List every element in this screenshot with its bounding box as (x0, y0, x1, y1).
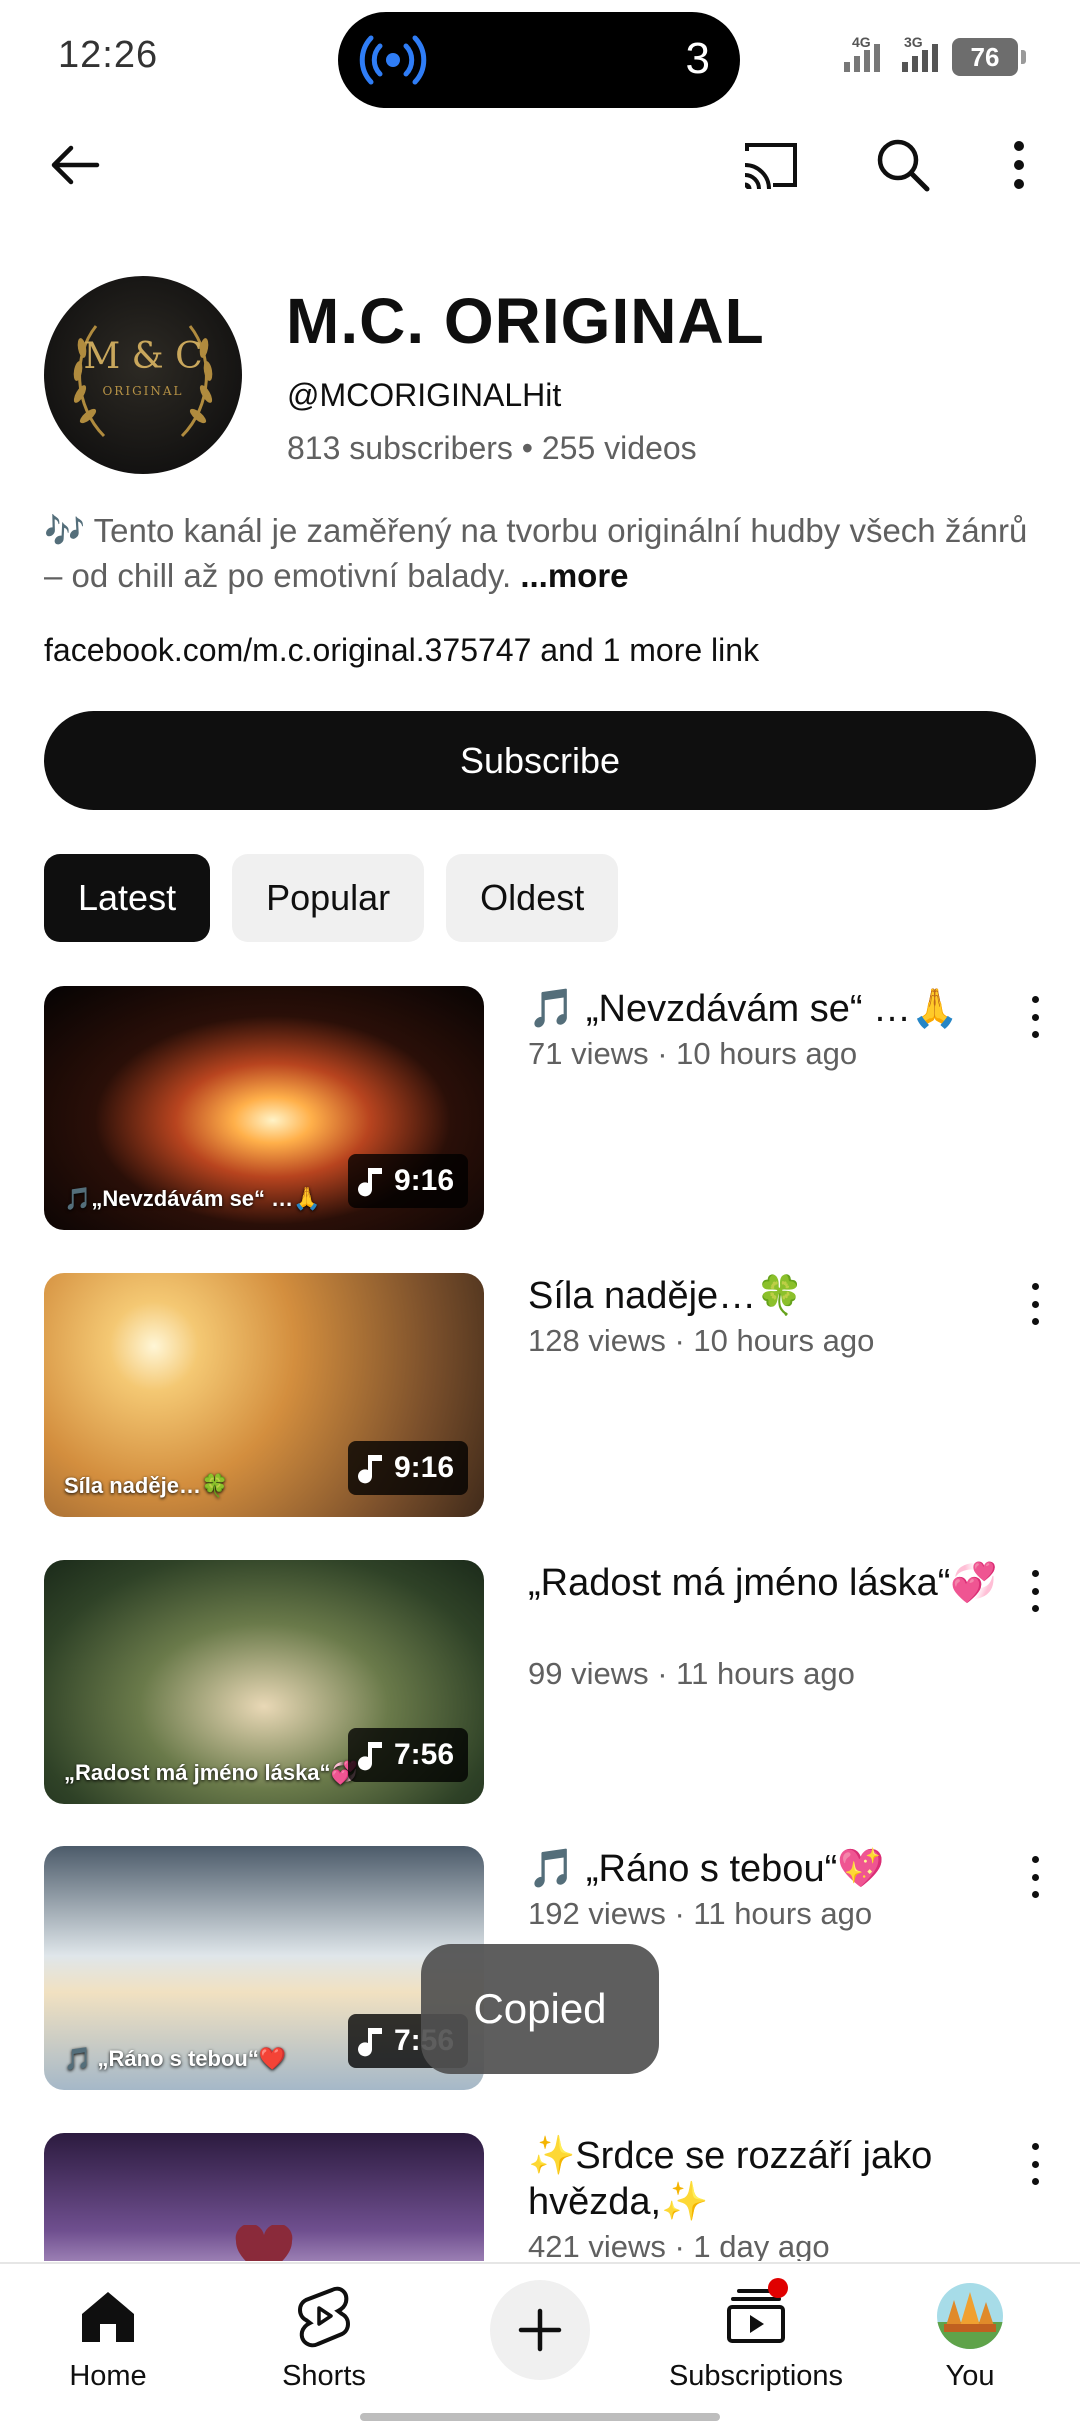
heart-icon (235, 2225, 293, 2261)
dynamic-island: 3 (338, 12, 740, 108)
thumbnail-caption: 🎵 „Ráno s tebou“❤️ (64, 2046, 287, 2071)
video-thumbnail[interactable] (44, 2133, 484, 2261)
music-note-icon (357, 1455, 382, 1484)
top-app-bar (0, 120, 1080, 210)
back-arrow-icon (51, 145, 100, 185)
search-button[interactable] (868, 130, 938, 200)
profile-avatar-icon (937, 2283, 1003, 2349)
nav-home-label: Home (69, 2360, 147, 2392)
video-meta: 99 views · 11 hours ago (528, 1656, 855, 1691)
thumbnail-caption: 🎵„Nevzdávám se“ …🙏 (64, 1186, 321, 1211)
channel-handle: @MCORIGINALHit (287, 377, 562, 413)
music-note-icon (357, 1168, 382, 1197)
video-title[interactable]: 🎵 „Ráno s tebou“💖 (528, 1846, 998, 1892)
video-thumbnail[interactable]: „Radost má jméno láska“💞 7:56 (44, 1560, 484, 1804)
video-meta: 128 views · 10 hours ago (528, 1323, 875, 1358)
video-title[interactable]: ✨Srdce se rozzáří jako hvězda,✨ (528, 2133, 998, 2225)
home-indicator[interactable] (360, 2413, 720, 2421)
sort-chips: Latest Popular Oldest (44, 854, 619, 942)
video-item[interactable]: „Radost má jméno láska“💞 7:56 „Radost má… (0, 1560, 1080, 1804)
search-icon (877, 139, 930, 192)
nav-shorts[interactable]: Shorts (234, 2278, 414, 2393)
notification-dot (768, 2278, 788, 2298)
subscribe-button[interactable]: Subscribe (44, 711, 1036, 810)
video-menu-button[interactable] (1020, 1279, 1050, 1329)
video-item[interactable]: 🎵„Nevzdávám se“ …🙏 9:16 🎵 „Nevzdávám se“… (0, 986, 1080, 1230)
broadcast-icon (358, 32, 428, 93)
shorts-icon (298, 2286, 350, 2348)
channel-description[interactable]: 🎶 Tento kanál je zaměřený na tvorbu orig… (44, 508, 1044, 598)
thumbnail-caption: „Radost má jméno láska“💞 (64, 1760, 358, 1785)
video-title[interactable]: „Radost má jméno láska“💞 (528, 1560, 998, 1606)
channel-avatar[interactable]: M & C ORIGINAL (44, 276, 242, 474)
avatar-logo-text: M & C (83, 336, 203, 377)
channel-links[interactable]: facebook.com/m.c.original.375747 and 1 m… (44, 632, 759, 669)
status-time: 12:26 (58, 34, 159, 76)
description-more-link[interactable]: ...more (520, 557, 628, 594)
home-icon (82, 2292, 134, 2342)
duration-text: 9:16 (393, 1451, 454, 1484)
status-bar: 12:26 3 4G 3G 76 (0, 0, 1080, 115)
video-item[interactable]: Síla naděje…🍀 9:16 Síla naděje…🍀 128 vie… (0, 1273, 1080, 1517)
more-vert-icon (1014, 141, 1024, 189)
video-menu-button[interactable] (1020, 992, 1050, 1042)
thumbnail-caption: Síla naděje…🍀 (64, 1473, 229, 1498)
chip-oldest[interactable]: Oldest (446, 854, 619, 942)
avatar-logo-subtext: ORIGINAL (102, 384, 184, 398)
video-meta: 71 views · 10 hours ago (528, 1036, 858, 1071)
cast-button[interactable] (736, 130, 806, 200)
nav-home[interactable]: Home (18, 2278, 198, 2393)
chip-popular[interactable]: Popular (232, 854, 425, 942)
cast-icon (744, 143, 797, 190)
video-item[interactable]: ✨Srdce se rozzáří jako hvězda,✨ 421 view… (0, 2133, 1080, 2261)
nav-you[interactable]: You (880, 2278, 1060, 2393)
video-thumbnail[interactable]: Síla naděje…🍀 9:16 (44, 1273, 484, 1517)
nav-subscriptions[interactable]: Subscriptions (666, 2278, 846, 2393)
signal-3g-label: 3G (904, 34, 923, 50)
video-meta: 421 views · 1 day ago (528, 2229, 830, 2261)
island-count: 3 (685, 34, 710, 83)
chip-latest[interactable]: Latest (44, 854, 211, 942)
nav-you-label: You (945, 2360, 995, 2392)
bottom-navigation: Home Shorts Subscriptions You (0, 2262, 1080, 2436)
nav-subscriptions-label: Subscriptions (668, 2360, 844, 2392)
video-title[interactable]: Síla naděje…🍀 (528, 1273, 998, 1319)
create-button[interactable] (490, 2280, 590, 2380)
duration-badge: 9:16 (347, 1441, 468, 1495)
channel-name: M.C. ORIGINAL (286, 285, 765, 357)
music-note-icon (357, 1742, 382, 1771)
back-button[interactable] (40, 130, 110, 200)
signal-3g-icon: 3G (900, 34, 948, 79)
video-thumbnail[interactable]: 🎵 „Ráno s tebou“❤️ 7:56 (44, 1846, 484, 2090)
signal-4g-label: 4G (852, 34, 871, 50)
video-title[interactable]: 🎵 „Nevzdávám se“ …🙏 (528, 986, 998, 1032)
video-thumbnail[interactable]: 🎵„Nevzdávám se“ …🙏 9:16 (44, 986, 484, 1230)
duration-text: 9:16 (393, 1164, 454, 1197)
video-menu-button[interactable] (1020, 1852, 1050, 1902)
copied-toast: Copied (421, 1944, 659, 2074)
music-note-icon (357, 2028, 382, 2057)
more-options-button[interactable] (984, 130, 1054, 200)
video-menu-button[interactable] (1020, 1566, 1050, 1616)
duration-text: 7:56 (393, 1738, 454, 1771)
nav-shorts-label: Shorts (282, 2360, 366, 2392)
signal-4g-icon: 4G (842, 34, 890, 79)
plus-icon (518, 2308, 562, 2352)
video-menu-button[interactable] (1020, 2139, 1050, 2189)
channel-stats: 813 subscribers • 255 videos (287, 430, 697, 466)
duration-badge: 9:16 (347, 1154, 468, 1208)
battery-indicator: 76 (952, 38, 1026, 76)
duration-badge: 7:56 (347, 1728, 468, 1782)
video-meta: 192 views · 11 hours ago (528, 1896, 873, 1931)
